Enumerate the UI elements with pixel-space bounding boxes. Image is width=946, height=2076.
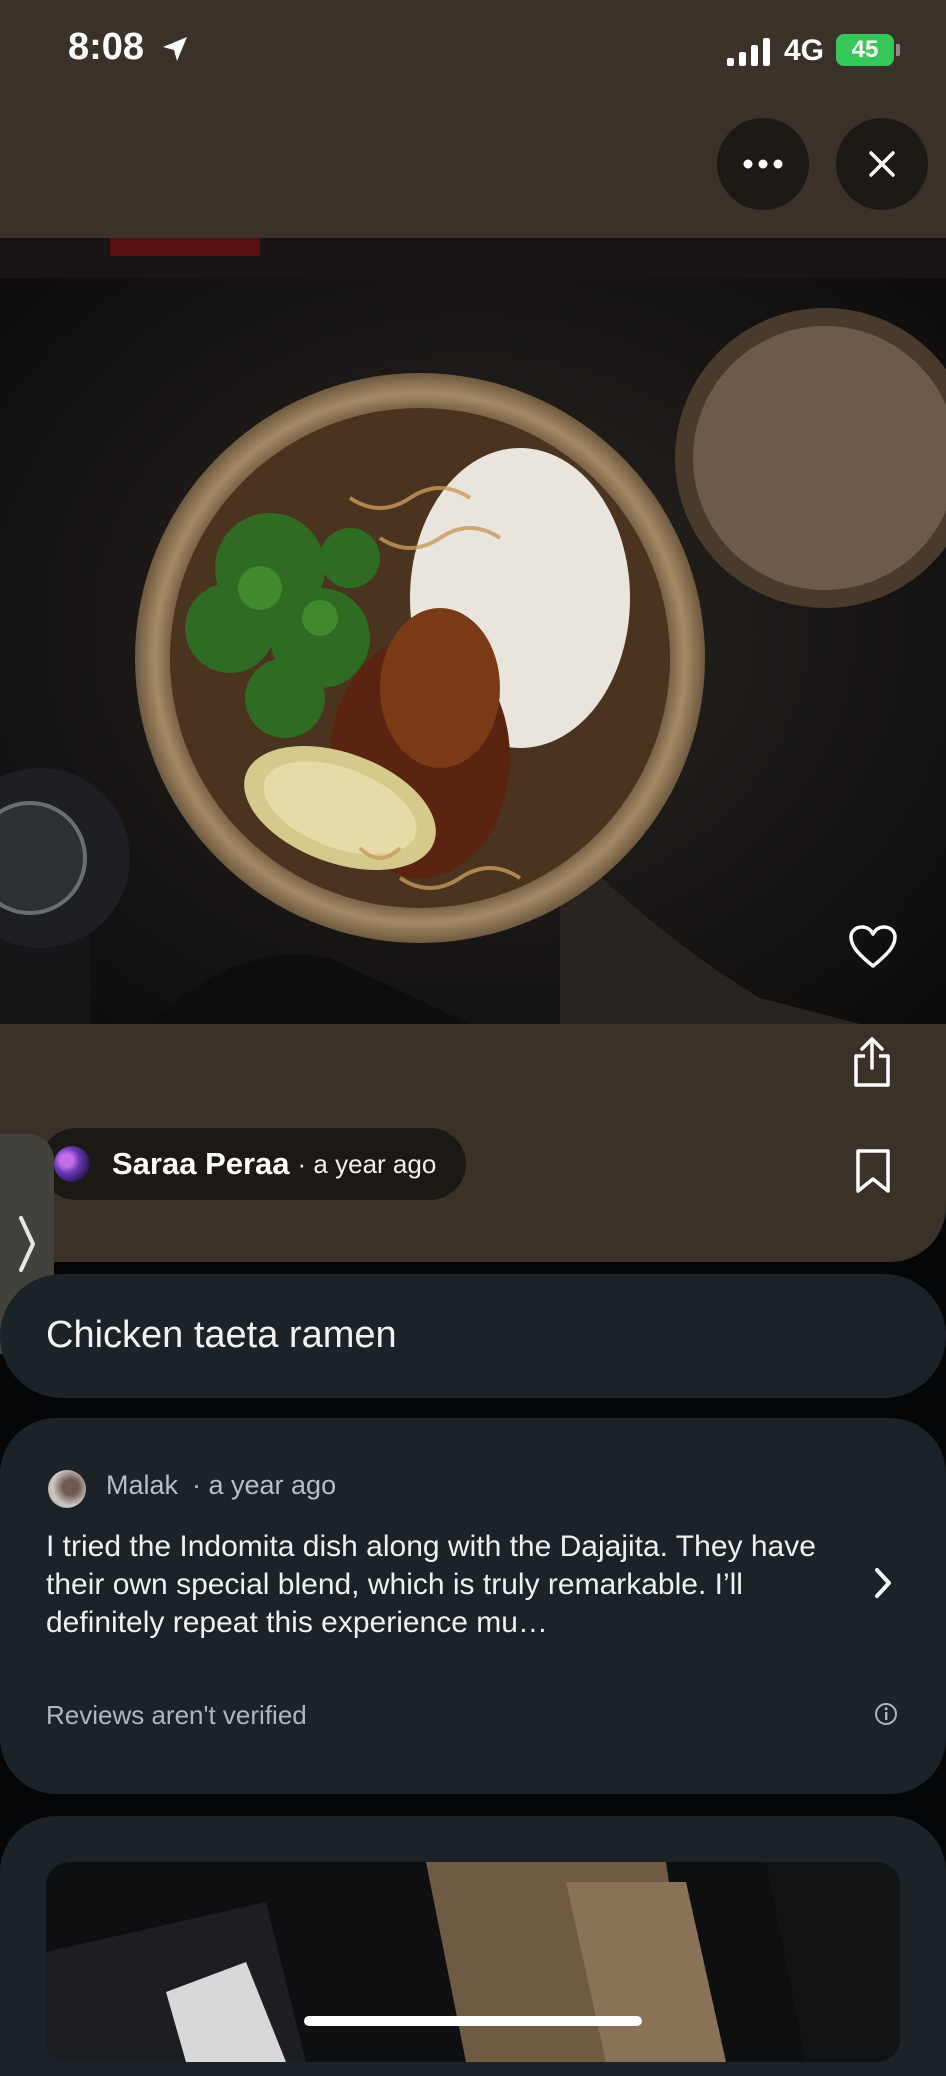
share-icon[interactable] [852, 1036, 892, 1088]
chevron-right-icon [19, 1216, 35, 1272]
food-photo[interactable] [0, 238, 946, 1024]
more-icon [743, 159, 783, 169]
next-post-photo[interactable] [46, 1862, 900, 2062]
signal-icon [727, 38, 770, 66]
battery-indicator: 45 [836, 34, 894, 66]
review-text: I tried the Indomita dish along with the… [46, 1530, 816, 1639]
post-time: · a year ago [297, 1148, 437, 1179]
home-indicator[interactable] [304, 2016, 642, 2026]
review-time: · a year ago [192, 1470, 337, 1500]
avatar [54, 1146, 90, 1182]
reviews-disclaimer: Reviews aren't verified [46, 1700, 307, 1730]
status-time: 8:08 [68, 26, 145, 68]
dish-title: Chicken taeta ramen [46, 1314, 397, 1356]
more-button[interactable] [717, 118, 809, 210]
photo-panel: 8:08 4G 45 Saraa Peraa · a year ago [0, 0, 946, 1262]
avatar [48, 1470, 86, 1508]
status-bar: 8:08 4G 45 [0, 0, 946, 100]
info-icon[interactable] [874, 1702, 898, 1726]
close-icon [869, 151, 895, 177]
battery-level: 45 [851, 36, 879, 63]
author-name: Saraa Peraa [112, 1146, 290, 1181]
chevron-right-icon[interactable] [872, 1566, 894, 1600]
location-arrow-icon [163, 37, 187, 61]
next-post-card[interactable] [0, 1816, 946, 2076]
review-card[interactable]: Malak · a year ago I tried the Indomita … [0, 1418, 946, 1794]
author-chip[interactable]: Saraa Peraa · a year ago [40, 1128, 466, 1200]
close-button[interactable] [836, 118, 928, 210]
network-label: 4G [784, 34, 825, 67]
heart-icon[interactable] [848, 924, 898, 970]
battery-cap [896, 44, 900, 56]
bookmark-icon[interactable] [854, 1148, 892, 1194]
dish-title-card: Chicken taeta ramen [0, 1274, 946, 1398]
reviewer-name: Malak [106, 1470, 179, 1500]
